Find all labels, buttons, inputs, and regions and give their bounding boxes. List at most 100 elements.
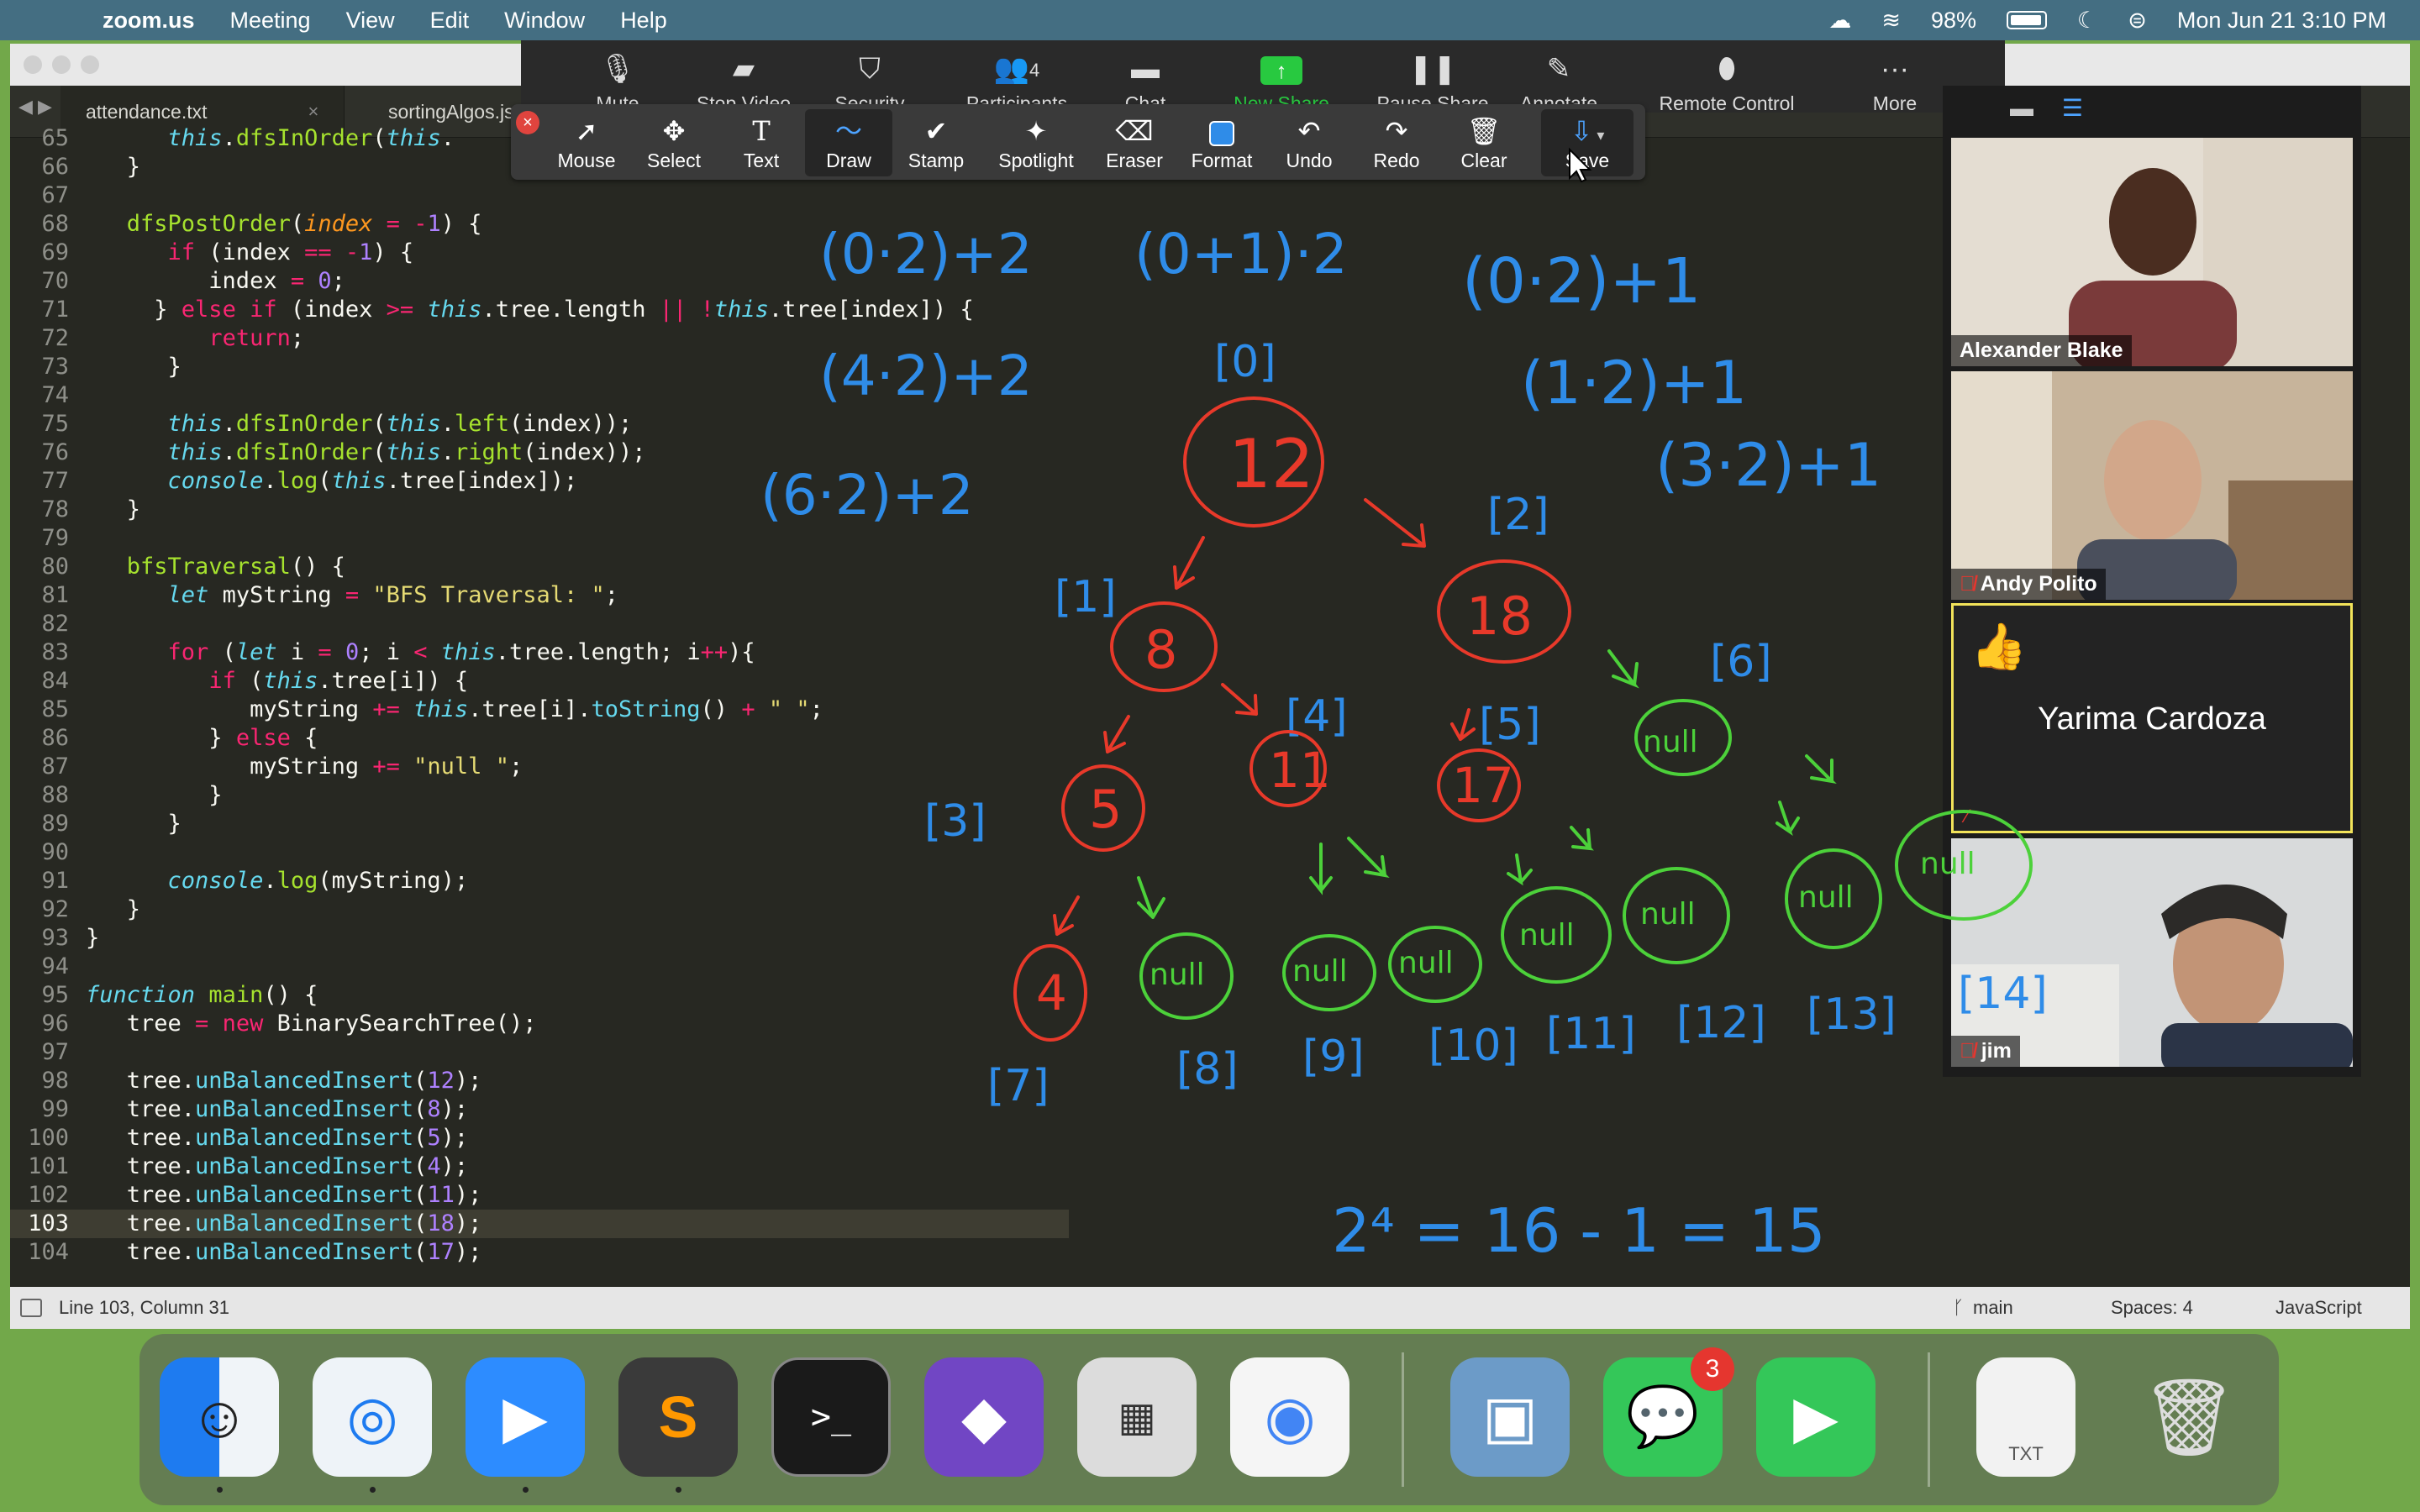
squiggle-line-icon: 〜	[834, 116, 862, 146]
trash-icon[interactable]: 🗑	[2129, 1357, 2249, 1477]
moon-icon[interactable]: ☾	[2077, 8, 2097, 34]
code-line: 67	[41, 182, 69, 208]
indentation-setting[interactable]: Spaces: 4	[2111, 1297, 2193, 1319]
control-center-icon[interactable]: ⊜	[2128, 8, 2147, 34]
panel-toggle-icon[interactable]	[20, 1299, 42, 1317]
code-line: 68 dfsPostOrder(index = -1) {	[41, 211, 482, 237]
gallery-view-controls: ▬ ☰	[2010, 94, 2128, 128]
minimize-window-button[interactable]	[52, 55, 71, 74]
code-line: 69 if (index == -1) {	[41, 239, 414, 265]
muted-mic-icon: ⁄	[1965, 806, 1969, 827]
video-tile[interactable]: Alexander Blake	[1951, 138, 2353, 366]
syntax-setting[interactable]: JavaScript	[2275, 1297, 2362, 1319]
muted-mic-icon: 🎙̸	[1960, 572, 1975, 596]
close-window-button[interactable]	[24, 55, 42, 74]
code-area[interactable]: 65 this.dfsInOrder(this. 66 } 67 68 dfsP…	[10, 125, 1069, 1329]
menu-app-name[interactable]: zoom.us	[103, 8, 195, 34]
participant-name: Yarima Cardoza	[2038, 701, 2266, 737]
security-button[interactable]: ⛉ Security	[807, 52, 933, 106]
github-desktop-icon[interactable]: ◆	[924, 1357, 1044, 1477]
code-line: 97	[41, 1039, 69, 1065]
chat-bubble-icon: ▬	[1131, 53, 1160, 85]
code-line: 102 tree.unBalancedInsert(11);	[28, 1182, 482, 1208]
safari-icon[interactable]: ◎	[313, 1357, 432, 1477]
pause-share-button[interactable]: ❚❚ Pause Share	[1370, 52, 1496, 106]
participants-button[interactable]: 👥4 Participants	[941, 52, 1092, 106]
save-button[interactable]: ⇩ ▾ Save	[1541, 109, 1634, 176]
gallery-layout-icon[interactable]: ☰	[2062, 95, 2083, 121]
menu-window[interactable]: Window	[504, 8, 585, 34]
code-line: 75 this.dfsInOrder(this.left(index));	[41, 411, 633, 437]
format-tool[interactable]: Format	[1178, 114, 1265, 172]
git-branch[interactable]: main	[1973, 1297, 2013, 1319]
code-line: 77 console.log(this.tree[index]);	[41, 468, 578, 494]
minimize-gallery-icon[interactable]: ▬	[2010, 95, 2033, 121]
share-arrow-icon: ↑	[1218, 52, 1344, 86]
code-line: 90	[41, 839, 69, 865]
text-t-icon: T	[752, 115, 771, 147]
cursor-arrow-icon: ➚	[575, 116, 598, 146]
trash-icon: 🗑	[1466, 116, 1502, 146]
eraser-icon: ⌫	[1115, 116, 1154, 146]
more-button[interactable]: ··· More	[1832, 52, 1958, 115]
menu-meeting[interactable]: Meeting	[230, 8, 311, 34]
redo-button[interactable]: ↷ Redo	[1353, 114, 1440, 172]
git-branch-icon: ᚴ	[1953, 1297, 1965, 1318]
sublime-text-icon[interactable]: S	[618, 1357, 738, 1477]
spotlight-tool[interactable]: ✦ Spotlight	[981, 114, 1091, 172]
clock[interactable]: Mon Jun 21 3:10 PM	[2177, 8, 2386, 34]
finder-icon[interactable]: ☺	[160, 1357, 279, 1477]
participant-name: 🎙̸ jim	[1951, 1036, 2020, 1067]
battery-icon[interactable]	[2007, 11, 2047, 29]
remote-control-button[interactable]: ⬮ Remote Control	[1639, 52, 1815, 115]
undo-button[interactable]: ↶ Undo	[1265, 114, 1353, 172]
magic-wand-icon: ✦	[1024, 116, 1048, 146]
txt-file-icon[interactable]: TXT	[1976, 1357, 2075, 1477]
zoom-app-icon[interactable]: ▶	[466, 1357, 585, 1477]
menu-help[interactable]: Help	[620, 8, 667, 34]
chat-button[interactable]: ▬ Chat	[1082, 52, 1208, 106]
cloud-upload-icon[interactable]: ☁	[1828, 8, 1851, 34]
stamp-tool[interactable]: ✔ Stamp	[892, 114, 980, 172]
code-line: 104 tree.unBalancedInsert(17);	[28, 1239, 482, 1265]
chrome-icon[interactable]: ◉	[1230, 1357, 1349, 1477]
facetime-icon[interactable]: ▶	[1756, 1357, 1876, 1477]
eraser-tool[interactable]: ⌫ Eraser	[1091, 114, 1178, 172]
video-tile-active-speaker[interactable]: 👍 Yarima Cardoza ⁄	[1951, 603, 2353, 833]
cursor-position[interactable]: Line 103, Column 31	[59, 1297, 229, 1319]
draw-tool[interactable]: 〜 Draw	[805, 109, 892, 176]
terminal-icon[interactable]: >_	[771, 1357, 891, 1477]
code-line: 94	[41, 953, 69, 979]
calculator-icon[interactable]: ▦	[1077, 1357, 1197, 1477]
code-line: 93}	[41, 925, 100, 951]
code-line: 74	[41, 382, 69, 408]
annotate-button[interactable]: ✎ Annotate	[1496, 52, 1622, 106]
code-line: 88 }	[41, 782, 223, 808]
dock-separator	[1402, 1352, 1404, 1487]
close-tab-icon[interactable]: ×	[308, 101, 319, 123]
preview-icon[interactable]: ▣	[1450, 1357, 1570, 1477]
zoom-window-button[interactable]	[81, 55, 99, 74]
select-tool[interactable]: ✥ Select	[630, 114, 718, 172]
notification-badge: 3	[1691, 1347, 1734, 1391]
mouse-tool[interactable]: ➚ Mouse	[543, 114, 630, 172]
clear-button[interactable]: 🗑 Clear	[1440, 114, 1528, 172]
wifi-icon[interactable]: ≋	[1881, 8, 1901, 34]
tab-label: sortingAlgos.js	[388, 100, 514, 123]
code-line: 96 tree = new BinarySearchTree();	[41, 1011, 537, 1037]
new-share-button[interactable]: ↑ New Share	[1218, 52, 1344, 106]
code-line: 70 index = 0;	[41, 268, 345, 294]
mute-button[interactable]: 🎙 Mute	[555, 52, 681, 106]
code-line: 78 }	[41, 496, 141, 522]
stop-video-button[interactable]: ▰ Stop Video	[681, 52, 807, 106]
annotation-toolbar: × ➚ Mouse ✥ Select T Text 〜 Draw ✔ Stamp ✦ Spo…	[511, 104, 1645, 180]
menu-view[interactable]: View	[346, 8, 395, 34]
tab-nav-arrows-icon[interactable]: ◀ ▶	[18, 96, 52, 118]
video-tile[interactable]: 🎙̸ jim	[1951, 838, 2353, 1067]
close-annotation-icon[interactable]: ×	[516, 111, 539, 134]
text-tool[interactable]: T Text	[718, 114, 805, 172]
menu-edit[interactable]: Edit	[430, 8, 470, 34]
move-arrows-icon: ✥	[662, 116, 686, 146]
video-tile[interactable]: 🎙̸ Andy Polito	[1951, 371, 2353, 600]
running-indicator	[676, 1487, 681, 1493]
